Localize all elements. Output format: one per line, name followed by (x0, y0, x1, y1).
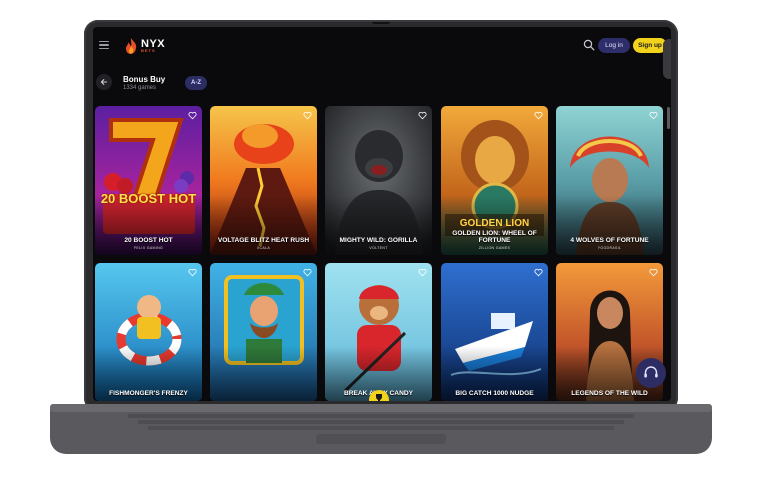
laptop-trackpad (316, 434, 446, 444)
login-button[interactable]: Log in (598, 38, 630, 53)
laptop-screen: NYX BETS Log in Sign up Bonus Buy 1334 g… (93, 27, 671, 401)
game-tile[interactable] (210, 263, 317, 401)
hamburger-menu-icon[interactable] (99, 41, 109, 50)
game-title: 20 BOOST HOT (124, 237, 173, 244)
support-chat-button[interactable] (636, 358, 666, 388)
laptop-hinge (50, 404, 712, 412)
headset-icon (644, 366, 658, 378)
artwork-caption: 20 BOOST HOT (100, 191, 197, 206)
sort-az-button[interactable]: A-Z (185, 76, 207, 90)
bottom-menu-tab[interactable] (369, 390, 389, 401)
game-tile[interactable]: 4 WOLVES OF FORTUNE YGGDRASIL (556, 106, 663, 255)
game-tile[interactable]: MIGHTY WILD: GORILLA VOLTENT (325, 106, 432, 255)
favorite-heart-icon[interactable] (418, 268, 427, 277)
scrollbar-thumb[interactable] (667, 107, 670, 129)
side-drawer-handle[interactable] (663, 39, 671, 79)
favorite-heart-icon[interactable] (303, 268, 312, 277)
game-title: FISHMONGER'S FRENZY (109, 390, 188, 397)
site-logo[interactable]: NYX BETS (123, 37, 165, 55)
game-tile[interactable]: BREAK AWAY CANDY (325, 263, 432, 401)
game-title: LEGENDS OF THE WILD (571, 390, 648, 397)
flame-logo-icon (126, 38, 137, 54)
favorite-heart-icon[interactable] (188, 268, 197, 277)
favorite-heart-icon[interactable] (534, 268, 543, 277)
game-tile[interactable]: GOLDEN LION GOLDEN LION: WHEEL OF FORTUN… (441, 106, 548, 255)
game-provider: ZILLION GAMES (478, 246, 511, 250)
game-provider: XCALA (256, 246, 271, 250)
arrow-left-icon (100, 79, 108, 85)
game-title: MIGHTY WILD: GORILLA (339, 237, 418, 244)
game-title: VOLTAGE BLITZ HEAT RUSH (217, 237, 310, 244)
laptop-keyboard (128, 413, 634, 435)
signup-button[interactable]: Sign up (633, 38, 667, 53)
game-tile[interactable]: 20 BOOST HOT 20 BOOST HOT FELIX GAMING (95, 106, 202, 255)
game-tile[interactable]: FISHMONGER'S FRENZY (95, 263, 202, 401)
top-bar: NYX BETS Log in Sign up (93, 27, 671, 65)
games-count: 1334 games (123, 85, 157, 91)
favorite-heart-icon[interactable] (303, 111, 312, 120)
game-tile[interactable]: BIG CATCH 1000 NUDGE (441, 263, 548, 401)
game-provider: FELIX GAMING (133, 246, 164, 250)
game-provider: YGGDRASIL (597, 246, 622, 250)
favorite-heart-icon[interactable] (649, 111, 658, 120)
game-title: BIG CATCH 1000 NUDGE (455, 390, 534, 397)
favorite-heart-icon[interactable] (534, 111, 543, 120)
favorite-heart-icon[interactable] (649, 268, 658, 277)
favorite-heart-icon[interactable] (188, 111, 197, 120)
back-button[interactable] (96, 74, 112, 90)
trophy-icon (376, 394, 382, 401)
game-tile[interactable]: VOLTAGE BLITZ HEAT RUSH XCALA (210, 106, 317, 255)
game-title: 4 WOLVES OF FORTUNE (570, 237, 649, 244)
game-provider: VOLTENT (369, 246, 388, 250)
favorite-heart-icon[interactable] (418, 111, 427, 120)
section-title: Bonus Buy (123, 75, 166, 84)
search-icon[interactable] (583, 39, 595, 51)
laptop-camera (371, 20, 391, 24)
artwork-caption: GOLDEN LION (459, 218, 530, 229)
game-title: GOLDEN LION: WHEEL OF FORTUNE (452, 230, 537, 244)
